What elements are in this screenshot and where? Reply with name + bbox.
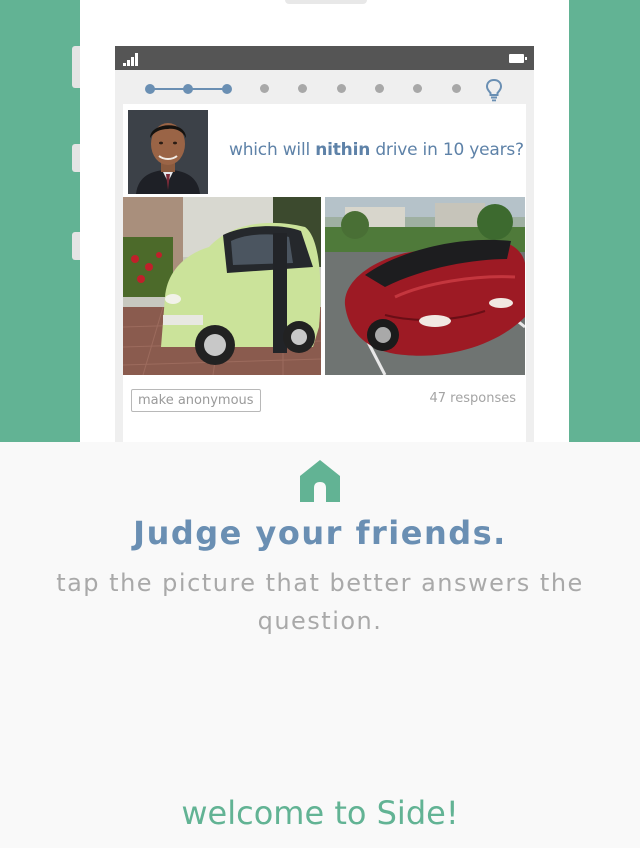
progress-dot — [337, 84, 346, 93]
progress-dot — [222, 84, 232, 94]
progress-dot — [260, 84, 269, 93]
progress-dot — [413, 84, 422, 93]
progress-dot — [375, 84, 384, 93]
smart-car-photo — [123, 197, 321, 375]
welcome-message: welcome to Side! — [181, 794, 459, 832]
phone-hero: which will nithin drive in 10 years? mak… — [0, 0, 640, 442]
friend-portrait — [128, 110, 208, 194]
question-suffix: drive in 10 years? — [370, 140, 524, 160]
onboarding-headline: Judge your friends. — [133, 514, 507, 552]
progress-dot — [145, 84, 155, 94]
option-right-roadster[interactable] — [325, 197, 525, 375]
red-roadster-photo — [325, 197, 525, 375]
friend-avatar — [128, 110, 208, 194]
question-text: which will nithin drive in 10 years? — [229, 140, 524, 160]
option-left-smart-car[interactable] — [123, 197, 321, 375]
progress-dot — [298, 84, 307, 93]
home-icon — [300, 460, 340, 502]
make-anonymous-button[interactable]: make anonymous — [131, 389, 261, 412]
question-prefix: which will — [229, 140, 316, 160]
status-bar — [115, 46, 534, 70]
onboarding-subtitle: tap the picture that better answers the … — [56, 569, 584, 635]
progress-dot — [183, 84, 193, 94]
responses-count: 47 responses — [429, 391, 517, 406]
signal-icon — [123, 52, 141, 66]
lightbulb-icon[interactable] — [484, 78, 504, 102]
question-card: which will nithin drive in 10 years? mak… — [123, 104, 526, 442]
phone-screen: which will nithin drive in 10 years? mak… — [115, 46, 534, 442]
friend-name: nithin — [315, 140, 371, 160]
progress-dot — [452, 84, 461, 93]
phone-speaker — [285, 0, 367, 4]
question-progress — [115, 74, 534, 104]
battery-icon — [509, 54, 527, 63]
